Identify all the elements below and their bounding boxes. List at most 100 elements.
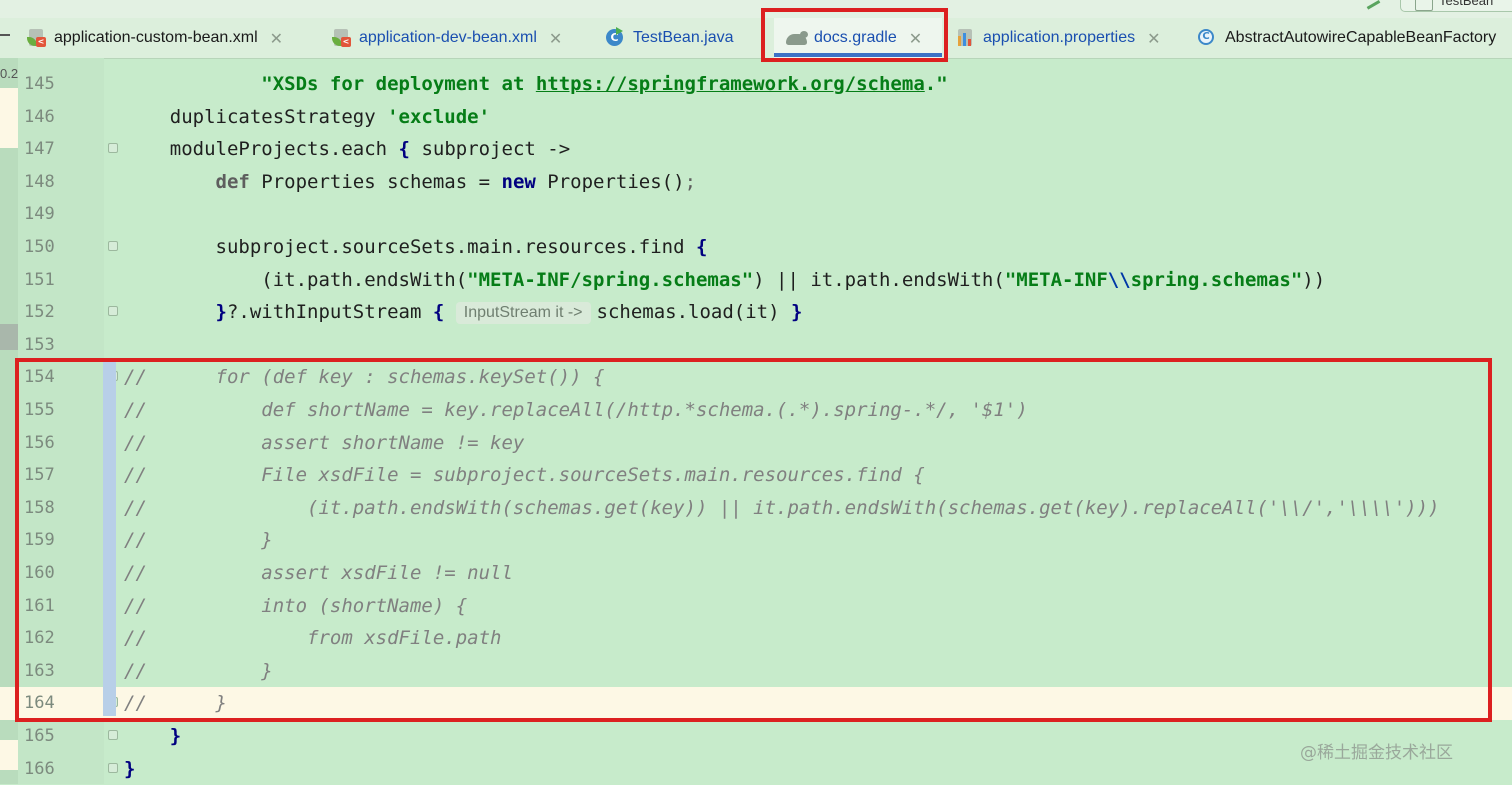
code-line[interactable]: 157 // File xsdFile = subproject.sourceSe… — [0, 459, 1512, 492]
code-line[interactable]: 145 "XSDs for deployment at https://spri… — [0, 68, 1512, 101]
line-number: 148 — [24, 171, 55, 192]
code-line[interactable]: 156 // assert shortName != key — [0, 427, 1512, 460]
line-number: 164 — [24, 693, 55, 714]
code-line[interactable]: 154 // for (def key : schemas.keySet()) { — [0, 361, 1512, 394]
line-number: 154 — [24, 367, 55, 388]
commented-code: // } — [124, 524, 273, 557]
code-token: // } — [124, 529, 273, 552]
code-token: // } — [124, 692, 227, 715]
close-icon[interactable]: ✕ — [1147, 29, 1160, 48]
editor-tab-bar: TestBean < application-custom-bean.xml ✕… — [0, 0, 1512, 59]
vcs-change-marker[interactable] — [103, 362, 116, 716]
code-token: schemas.load(it) — [596, 301, 791, 324]
code-token: ; — [684, 170, 697, 193]
code-line[interactable]: 151 (it.path.endsWith("META-INF/spring.s… — [0, 264, 1512, 297]
fold-marker-icon[interactable] — [108, 143, 118, 154]
code-token: // File xsdFile = subproject.sourceSets.… — [124, 464, 925, 487]
code-line[interactable]: 150 subproject.sourceSets.main.resources… — [0, 231, 1512, 264]
code-token: // def shortName = key.replaceAll(/http.… — [124, 399, 1028, 421]
tab-label: application-custom-bean.xml — [54, 29, 258, 46]
code-line[interactable]: 164 // } — [0, 687, 1512, 720]
code-line[interactable]: 166} — [0, 753, 1512, 785]
code-token: moduleProjects.each — [124, 138, 399, 161]
tab-application-properties[interactable]: application.properties ✕ — [955, 18, 1161, 58]
fold-marker-icon[interactable] — [108, 730, 118, 740]
code-line[interactable]: 163 // } — [0, 655, 1512, 688]
code-text: duplicatesStrategy 'exclude' — [124, 101, 490, 134]
watermark: @稀土掘金技术社区 — [1300, 743, 1453, 763]
code-token: "META-INF — [1004, 268, 1108, 291]
code-line[interactable]: 149 — [0, 198, 1512, 231]
code-token: ." — [924, 73, 948, 95]
code-token: subproject -> — [410, 138, 571, 161]
code-token: // } — [124, 659, 273, 682]
code-token: { — [398, 138, 410, 161]
code-line[interactable]: 153 — [0, 329, 1512, 362]
tab-testbean-java[interactable]: C TestBean.java — [605, 18, 734, 58]
code-token: (it.path.endsWith( — [124, 268, 468, 291]
tab-label: AbstractAutowireCapableBeanFactory — [1225, 29, 1497, 46]
code-token: } — [215, 301, 227, 324]
commented-code: // } — [124, 687, 227, 720]
fold-marker-icon[interactable] — [108, 306, 118, 317]
xml-file-icon: < — [26, 28, 46, 48]
code-token: \\ — [1107, 268, 1131, 291]
code-line[interactable]: 161 // into (shortName) { — [0, 590, 1512, 623]
tab-application-custom-bean-xml[interactable]: < application-custom-bean.xml ✕ — [26, 18, 283, 58]
tab-application-dev-bean-xml[interactable]: < application-dev-bean.xml ✕ — [331, 18, 562, 58]
line-number: 153 — [24, 334, 55, 355]
code-line[interactable]: 158 // (it.path.endsWith(schemas.get(key)… — [0, 492, 1512, 525]
code-text: }?.withInputStream { InputStream it -> sc… — [124, 296, 802, 329]
fold-marker-icon[interactable] — [108, 762, 118, 773]
tab-scroll-left-icon[interactable] — [0, 34, 10, 36]
code-line[interactable]: 147 moduleProjects.each { subproject -> — [0, 133, 1512, 166]
code-text: moduleProjects.each { subproject -> — [124, 133, 570, 166]
commented-code: // from xsdFile.path — [124, 622, 502, 655]
line-number: 150 — [24, 237, 55, 257]
close-icon[interactable]: ✕ — [909, 29, 922, 48]
code-line[interactable]: 159 // } — [0, 524, 1512, 557]
code-token: // for (def key : schemas.keySet()) { — [124, 366, 605, 389]
tab-docs-gradle[interactable]: docs.gradle ✕ — [774, 18, 942, 58]
code-token: spring.schemas" — [1130, 268, 1303, 291]
line-number: 159 — [24, 530, 55, 551]
code-text: subproject.sourceSets.main.resources.fin… — [124, 231, 708, 264]
java-class-icon: C — [605, 27, 625, 48]
code-line[interactable]: 162 // from xsdFile.path — [0, 622, 1512, 655]
close-icon[interactable]: ✕ — [549, 29, 562, 48]
code-line[interactable]: 146 duplicatesStrategy 'exclude' — [0, 101, 1512, 134]
tab-abstract-autowire[interactable]: C AbstractAutowireCapableBeanFactory — [1197, 18, 1496, 58]
tab-label: application.properties — [983, 29, 1136, 46]
properties-file-icon — [955, 28, 975, 48]
code-line[interactable]: 160 // assert xsdFile != null — [0, 557, 1512, 590]
code-line[interactable]: 148 def Properties schemas = new Propert… — [0, 166, 1512, 199]
line-number: 163 — [24, 660, 55, 681]
code-line[interactable]: 155 // def shortName = key.replaceAll(/ht… — [0, 394, 1512, 427]
code-token: ?.withInputStream — [226, 301, 433, 324]
run-config-button[interactable]: TestBean — [1400, 0, 1512, 12]
commented-code: // def shortName = key.replaceAll(/http.… — [124, 394, 1028, 427]
fold-marker-icon[interactable] — [108, 241, 118, 251]
code-token: } — [790, 301, 803, 324]
code-token: { — [432, 301, 445, 324]
code-token: // from xsdFile.path — [124, 627, 502, 650]
line-number: 151 — [24, 269, 55, 290]
code-token: { — [695, 236, 708, 258]
code-text: "XSDs for deployment at https://springfr… — [124, 68, 948, 101]
line-number: 146 — [24, 106, 55, 127]
xml-file-icon: < — [331, 28, 351, 48]
commented-code: // into (shortName) { — [124, 590, 467, 623]
code-token: // assert shortName != key — [124, 431, 525, 454]
code-token: // into (shortName) { — [124, 594, 468, 617]
code-line[interactable]: 165 } — [0, 720, 1512, 753]
code-text: } — [124, 753, 135, 785]
code-line[interactable]: 152 }?.withInputStream { InputStream it … — [0, 296, 1512, 329]
commented-code: // File xsdFile = subproject.sourceSets.… — [124, 459, 925, 492]
parameter-inlay-hint: InputStream it -> — [455, 302, 591, 325]
code-token: https://springframework.org/schema — [535, 73, 925, 95]
line-number: 158 — [24, 497, 55, 518]
run-config-label: TestBean — [1439, 0, 1494, 8]
close-icon[interactable]: ✕ — [270, 29, 283, 48]
